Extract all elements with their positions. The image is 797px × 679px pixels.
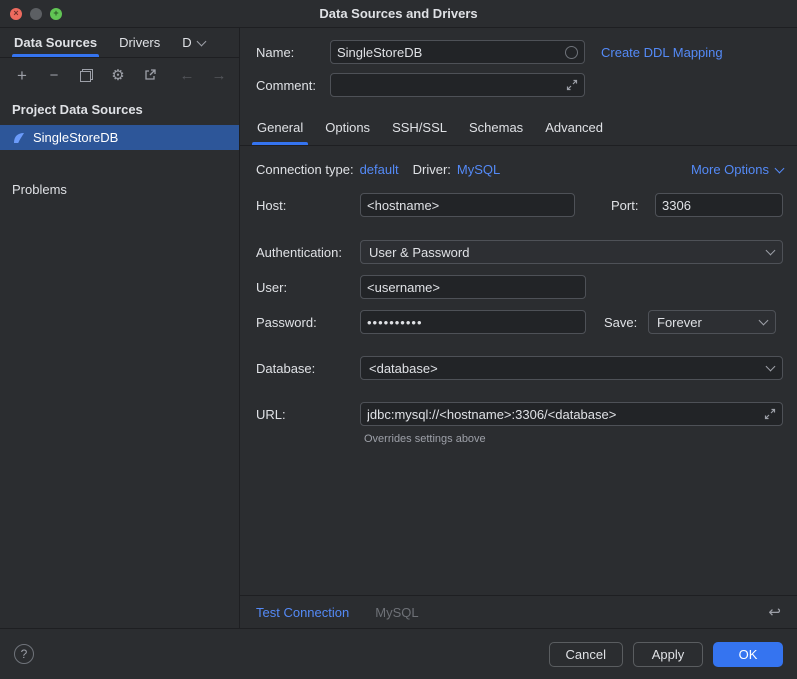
driver-link[interactable]: MySQL	[457, 162, 500, 177]
gear-icon[interactable]: ⚙	[110, 67, 126, 83]
save-value: Forever	[657, 315, 760, 330]
problems-section-label[interactable]: Problems	[0, 182, 239, 197]
name-field	[330, 40, 585, 64]
close-window-button[interactable]: ×	[10, 8, 22, 20]
cancel-button[interactable]: Cancel	[549, 642, 623, 667]
driver-label: Driver:	[413, 162, 451, 177]
more-options-link[interactable]: More Options	[691, 162, 783, 177]
authentication-value: User & Password	[369, 245, 767, 260]
user-label: User:	[256, 280, 360, 295]
zoom-window-button[interactable]: +	[50, 8, 62, 20]
apply-button[interactable]: Apply	[633, 642, 703, 667]
connection-footer: Test Connection MySQL ↩	[240, 595, 797, 628]
port-field	[655, 193, 783, 217]
duplicate-glyph	[80, 69, 93, 82]
expand-icon[interactable]	[764, 408, 776, 420]
tab-schemas[interactable]: Schemas	[458, 111, 534, 145]
password-input[interactable]	[367, 311, 579, 333]
tab-overflow-label: D	[182, 35, 191, 50]
test-connection-link[interactable]: Test Connection	[256, 605, 349, 620]
tab-ssh-ssl[interactable]: SSH/SSL	[381, 111, 458, 145]
singlestore-icon	[12, 131, 26, 145]
minimize-window-button	[30, 8, 42, 20]
database-label: Database:	[256, 361, 360, 376]
ok-button[interactable]: OK	[713, 642, 783, 667]
tab-data-sources-label: Data Sources	[14, 35, 97, 50]
host-field	[360, 193, 575, 217]
port-input[interactable]	[662, 194, 776, 216]
main-panel: Name: Create DDL Mapping Comment:	[240, 28, 797, 628]
tab-overflow[interactable]: D	[180, 28, 206, 57]
undo-icon[interactable]: ↩	[768, 603, 781, 621]
tab-options[interactable]: Options	[314, 111, 381, 145]
host-input[interactable]	[367, 194, 568, 216]
titlebar: × + Data Sources and Drivers	[0, 0, 797, 28]
tab-general[interactable]: General	[246, 111, 314, 145]
back-arrow-icon[interactable]: ←	[179, 67, 195, 83]
url-input[interactable]	[367, 403, 760, 425]
tab-advanced[interactable]: Advanced	[534, 111, 614, 145]
connection-type-link[interactable]: default	[360, 162, 399, 177]
url-label: URL:	[256, 407, 360, 422]
dialog-footer: ? Cancel Apply OK	[0, 628, 797, 679]
window-controls: × +	[10, 8, 62, 20]
add-data-source-icon[interactable]: +	[14, 67, 30, 83]
user-input[interactable]	[367, 276, 579, 298]
comment-label: Comment:	[256, 78, 330, 93]
create-ddl-mapping-link[interactable]: Create DDL Mapping	[601, 45, 723, 60]
settings-tabs: General Options SSH/SSL Schemas Advanced	[240, 111, 797, 146]
more-options-label: More Options	[691, 162, 769, 177]
window-title: Data Sources and Drivers	[0, 6, 797, 21]
tab-drivers[interactable]: Drivers	[117, 28, 162, 57]
chevron-down-icon	[775, 163, 785, 173]
data-source-item-singlestoredb[interactable]: SingleStoreDB	[0, 125, 239, 150]
tab-data-sources[interactable]: Data Sources	[12, 28, 99, 57]
chevron-down-icon	[766, 362, 776, 372]
sidebar-tabs: Data Sources Drivers D	[0, 28, 239, 58]
forward-arrow-icon[interactable]: →	[211, 67, 227, 83]
url-field	[360, 402, 783, 426]
sidebar: Data Sources Drivers D + − ⚙ ←	[0, 28, 240, 628]
user-field	[360, 275, 586, 299]
name-label: Name:	[256, 45, 330, 60]
save-select[interactable]: Forever	[648, 310, 776, 334]
chevron-down-icon	[766, 246, 776, 256]
open-in-editor-icon[interactable]	[142, 67, 158, 83]
database-combobox[interactable]: <database>	[360, 356, 783, 380]
host-label: Host:	[256, 198, 360, 213]
save-label: Save:	[586, 315, 648, 330]
sidebar-toolbar: + − ⚙ ← →	[0, 58, 239, 92]
comment-input[interactable]	[337, 74, 562, 96]
data-source-label: SingleStoreDB	[33, 130, 118, 145]
chevron-down-icon[interactable]	[196, 36, 206, 46]
comment-field	[330, 73, 585, 97]
project-data-sources-header: Project Data Sources	[0, 92, 239, 125]
database-value: <database>	[369, 361, 767, 376]
duplicate-icon[interactable]	[78, 67, 94, 83]
driver-name-status: MySQL	[375, 605, 418, 620]
help-icon[interactable]: ?	[14, 644, 34, 664]
chevron-down-icon	[759, 316, 769, 326]
data-sources-dialog: × + Data Sources and Drivers Data Source…	[0, 0, 797, 679]
name-status-icon	[565, 46, 578, 59]
port-label: Port:	[593, 198, 655, 213]
tab-drivers-label: Drivers	[119, 35, 160, 50]
connection-type-label: Connection type:	[256, 162, 354, 177]
password-field	[360, 310, 586, 334]
authentication-label: Authentication:	[256, 245, 360, 260]
remove-data-source-icon[interactable]: −	[46, 67, 62, 83]
authentication-select[interactable]: User & Password	[360, 240, 783, 264]
name-input[interactable]	[337, 41, 561, 63]
password-label: Password:	[256, 315, 360, 330]
url-hint: Overrides settings above	[364, 433, 783, 445]
expand-icon[interactable]	[566, 79, 578, 91]
